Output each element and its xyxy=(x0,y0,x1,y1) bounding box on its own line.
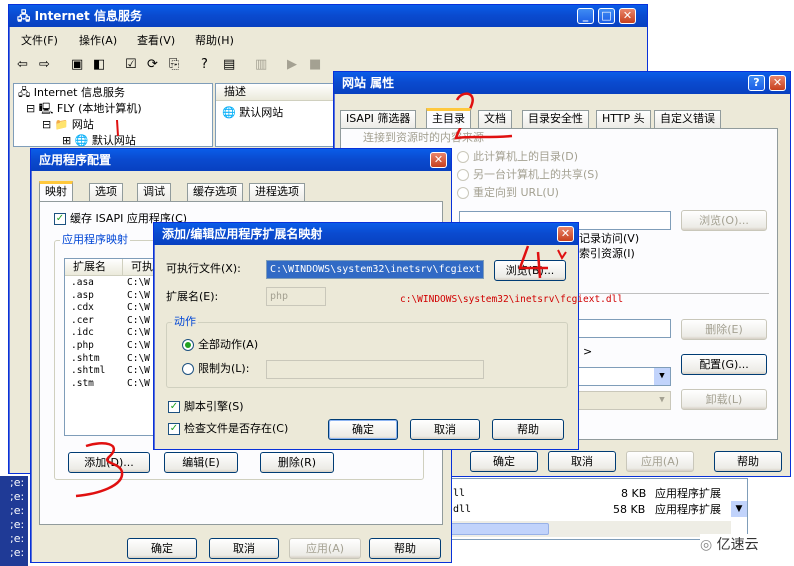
mark-1 xyxy=(116,119,119,137)
mark-check xyxy=(557,249,567,260)
cloud-logo-icon: ◎ xyxy=(700,537,717,553)
tab-home-dir[interactable]: 主目录 xyxy=(426,108,471,128)
watermark: ◎ 亿速云 xyxy=(700,534,790,556)
mark-4 xyxy=(518,245,548,279)
mark-3 xyxy=(75,442,124,498)
annotation-marks xyxy=(75,92,567,498)
tab-mappings[interactable]: 映射 xyxy=(39,181,73,201)
